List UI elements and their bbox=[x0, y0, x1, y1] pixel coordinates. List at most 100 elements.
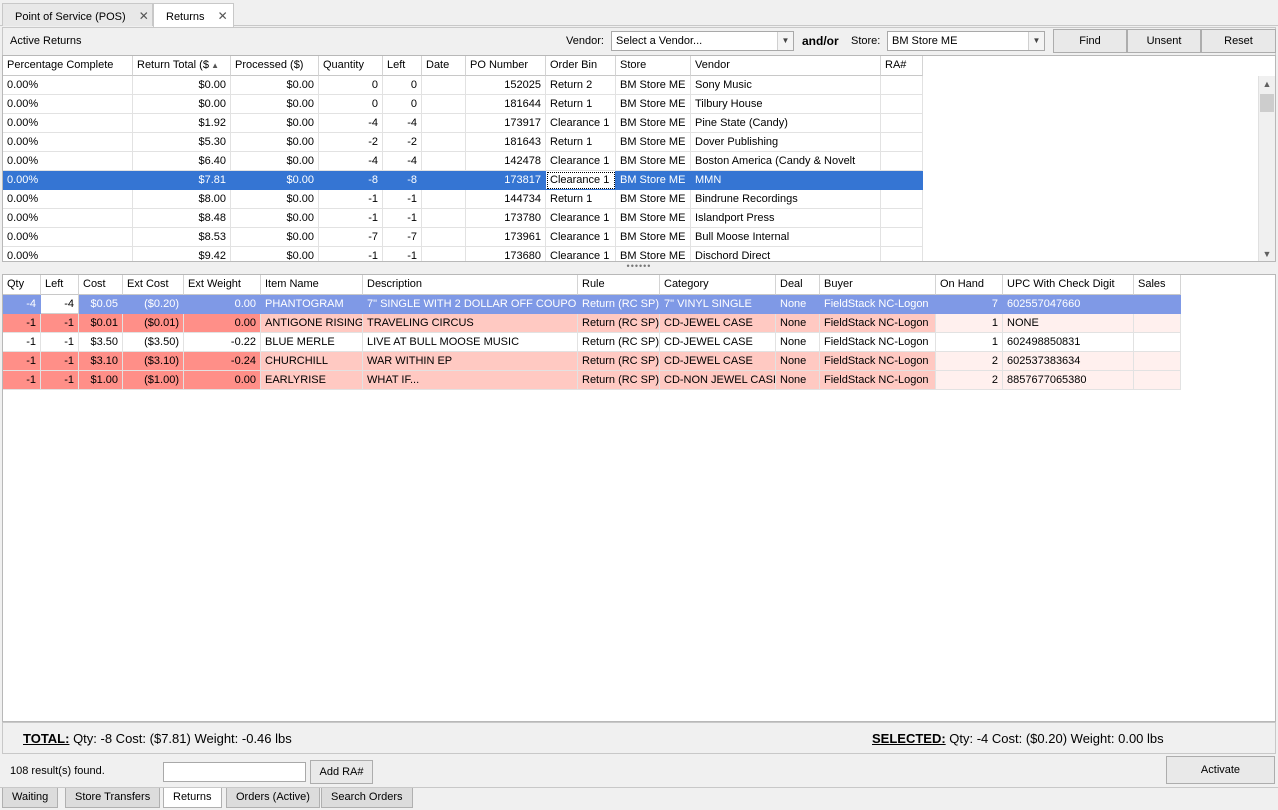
cell-buyer[interactable]: FieldStack NC-Logon bbox=[820, 352, 936, 371]
cell-left[interactable]: -7 bbox=[383, 228, 422, 247]
cell-processed[interactable]: $0.00 bbox=[231, 171, 319, 190]
returns-header-vendor[interactable]: Vendor bbox=[691, 56, 881, 76]
cell-date[interactable] bbox=[422, 247, 466, 261]
find-button[interactable]: Find bbox=[1053, 29, 1127, 53]
cell-category[interactable]: CD-NON JEWEL CASE bbox=[660, 371, 776, 390]
cell-order-bin[interactable]: Clearance 1 bbox=[546, 152, 616, 171]
items-header-qty[interactable]: Qty bbox=[3, 275, 41, 295]
cell-date[interactable] bbox=[422, 228, 466, 247]
cell-left[interactable]: -1 bbox=[41, 352, 79, 371]
cell-ra[interactable] bbox=[881, 76, 923, 95]
cell-order-bin[interactable]: Return 1 bbox=[546, 95, 616, 114]
cell-left[interactable]: -4 bbox=[383, 152, 422, 171]
items-header-buyer[interactable]: Buyer bbox=[820, 275, 936, 295]
cell-ext-weight[interactable]: 0.00 bbox=[184, 314, 261, 333]
returns-header-order-bin[interactable]: Order Bin bbox=[546, 56, 616, 76]
cell-vendor[interactable]: Boston America (Candy & Novelt bbox=[691, 152, 881, 171]
table-row[interactable]: 0.00% $8.53 $0.00 -7 -7 173961 Clearance 1 BM S… bbox=[3, 228, 923, 247]
cell-processed[interactable]: $0.00 bbox=[231, 152, 319, 171]
cell-ra[interactable] bbox=[881, 133, 923, 152]
cell-vendor[interactable]: Bindrune Recordings bbox=[691, 190, 881, 209]
cell-quantity[interactable]: 0 bbox=[319, 95, 383, 114]
cell-ra[interactable] bbox=[881, 247, 923, 261]
cell-date[interactable] bbox=[422, 95, 466, 114]
returns-header-percentage-complete[interactable]: Percentage Complete bbox=[3, 56, 133, 76]
cell-order-bin[interactable]: Return 1 bbox=[546, 133, 616, 152]
activate-button[interactable]: Activate bbox=[1166, 756, 1275, 784]
table-row[interactable]: 0.00% $6.40 $0.00 -4 -4 142478 Clearance 1 BM S… bbox=[3, 152, 923, 171]
table-row[interactable]: -1 -1 $3.50 ($3.50) -0.22 BLUE MERLE LIVE AT B… bbox=[3, 333, 1181, 352]
cell-left[interactable]: -2 bbox=[383, 133, 422, 152]
cell-ext-cost[interactable]: ($3.10) bbox=[123, 352, 184, 371]
cell-store[interactable]: BM Store ME bbox=[616, 133, 691, 152]
cell-order-bin[interactable]: Return 1 bbox=[546, 190, 616, 209]
cell-date[interactable] bbox=[422, 209, 466, 228]
cell-description[interactable]: WAR WITHIN EP bbox=[363, 352, 578, 371]
table-row[interactable]: 0.00% $1.92 $0.00 -4 -4 173917 Clearance 1 BM S… bbox=[3, 114, 923, 133]
cell-quantity[interactable]: 0 bbox=[319, 76, 383, 95]
cell-vendor[interactable]: Sony Music bbox=[691, 76, 881, 95]
cell-ext-cost[interactable]: ($1.00) bbox=[123, 371, 184, 390]
cell-percentage-complete[interactable]: 0.00% bbox=[3, 228, 133, 247]
close-icon[interactable]: ✕ bbox=[218, 9, 228, 23]
returns-header-po-number[interactable]: PO Number bbox=[466, 56, 546, 76]
cell-deal[interactable]: None bbox=[776, 333, 820, 352]
cell-item-name[interactable]: ANTIGONE RISING bbox=[261, 314, 363, 333]
cell-percentage-complete[interactable]: 0.00% bbox=[3, 171, 133, 190]
items-header-description[interactable]: Description bbox=[363, 275, 578, 295]
cell-percentage-complete[interactable]: 0.00% bbox=[3, 152, 133, 171]
scroll-down-arrow-icon[interactable]: ▼ bbox=[1259, 246, 1275, 261]
unsent-button[interactable]: Unsent bbox=[1127, 29, 1201, 53]
table-row[interactable]: 0.00% $7.81 $0.00 -8 -8 173817 Clearance 1 BM S… bbox=[3, 171, 923, 190]
table-row[interactable]: 0.00% $9.42 $0.00 -1 -1 173680 Clearance 1 BM S… bbox=[3, 247, 923, 261]
cell-upc-with-check-digit[interactable]: 8857677065380 bbox=[1003, 371, 1134, 390]
cell-return-total[interactable]: $0.00 bbox=[133, 95, 231, 114]
cell-rule[interactable]: Return (RC SP) bbox=[578, 295, 660, 314]
ra-number-input[interactable] bbox=[163, 762, 306, 782]
returns-header-quantity[interactable]: Quantity bbox=[319, 56, 383, 76]
table-row[interactable]: 0.00% $0.00 $0.00 0 0 152025 Return 2 BM Store … bbox=[3, 76, 923, 95]
cell-category[interactable]: CD-JEWEL CASE bbox=[660, 333, 776, 352]
cell-order-bin[interactable]: Clearance 1 bbox=[546, 114, 616, 133]
cell-ext-weight[interactable]: -0.24 bbox=[184, 352, 261, 371]
cell-rule[interactable]: Return (RC SP) bbox=[578, 333, 660, 352]
cell-ext-cost[interactable]: ($3.50) bbox=[123, 333, 184, 352]
cell-quantity[interactable]: -2 bbox=[319, 133, 383, 152]
cell-category[interactable]: 7" VINYL SINGLE bbox=[660, 295, 776, 314]
items-grid[interactable]: Qty Left Cost Ext Cost Ext Weight Item Name De… bbox=[2, 274, 1276, 722]
cell-rule[interactable]: Return (RC SP) bbox=[578, 314, 660, 333]
cell-date[interactable] bbox=[422, 190, 466, 209]
cell-order-bin[interactable]: Return 2 bbox=[546, 76, 616, 95]
cell-deal[interactable]: None bbox=[776, 371, 820, 390]
items-header-cost[interactable]: Cost bbox=[79, 275, 123, 295]
cell-store[interactable]: BM Store ME bbox=[616, 190, 691, 209]
cell-po-number[interactable]: 144734 bbox=[466, 190, 546, 209]
cell-upc-with-check-digit[interactable]: 602557047660 bbox=[1003, 295, 1134, 314]
cell-order-bin[interactable]: Clearance 1 bbox=[546, 209, 616, 228]
cell-deal[interactable]: None bbox=[776, 314, 820, 333]
cell-store[interactable]: BM Store ME bbox=[616, 76, 691, 95]
items-header-ext-cost[interactable]: Ext Cost bbox=[123, 275, 184, 295]
cell-rule[interactable]: Return (RC SP) bbox=[578, 352, 660, 371]
cell-percentage-complete[interactable]: 0.00% bbox=[3, 247, 133, 261]
cell-vendor[interactable]: Bull Moose Internal bbox=[691, 228, 881, 247]
cell-po-number[interactable]: 181643 bbox=[466, 133, 546, 152]
cell-ra[interactable] bbox=[881, 171, 923, 190]
cell-percentage-complete[interactable]: 0.00% bbox=[3, 76, 133, 95]
cell-percentage-complete[interactable]: 0.00% bbox=[3, 190, 133, 209]
cell-po-number[interactable]: 173961 bbox=[466, 228, 546, 247]
items-header-upc-with-check-digit[interactable]: UPC With Check Digit bbox=[1003, 275, 1134, 295]
cell-quantity[interactable]: -8 bbox=[319, 171, 383, 190]
cell-processed[interactable]: $0.00 bbox=[231, 133, 319, 152]
cell-processed[interactable]: $0.00 bbox=[231, 190, 319, 209]
cell-qty[interactable]: -1 bbox=[3, 333, 41, 352]
cell-vendor[interactable]: Dischord Direct bbox=[691, 247, 881, 261]
cell-rule[interactable]: Return (RC SP) bbox=[578, 371, 660, 390]
cell-return-total[interactable]: $5.30 bbox=[133, 133, 231, 152]
cell-cost[interactable]: $0.05 bbox=[79, 295, 123, 314]
tab-store-transfers[interactable]: Store Transfers bbox=[65, 788, 161, 808]
cell-processed[interactable]: $0.00 bbox=[231, 95, 319, 114]
cell-order-bin[interactable]: Clearance 1 bbox=[546, 171, 616, 190]
cell-description[interactable]: LIVE AT BULL MOOSE MUSIC bbox=[363, 333, 578, 352]
cell-item-name[interactable]: BLUE MERLE bbox=[261, 333, 363, 352]
